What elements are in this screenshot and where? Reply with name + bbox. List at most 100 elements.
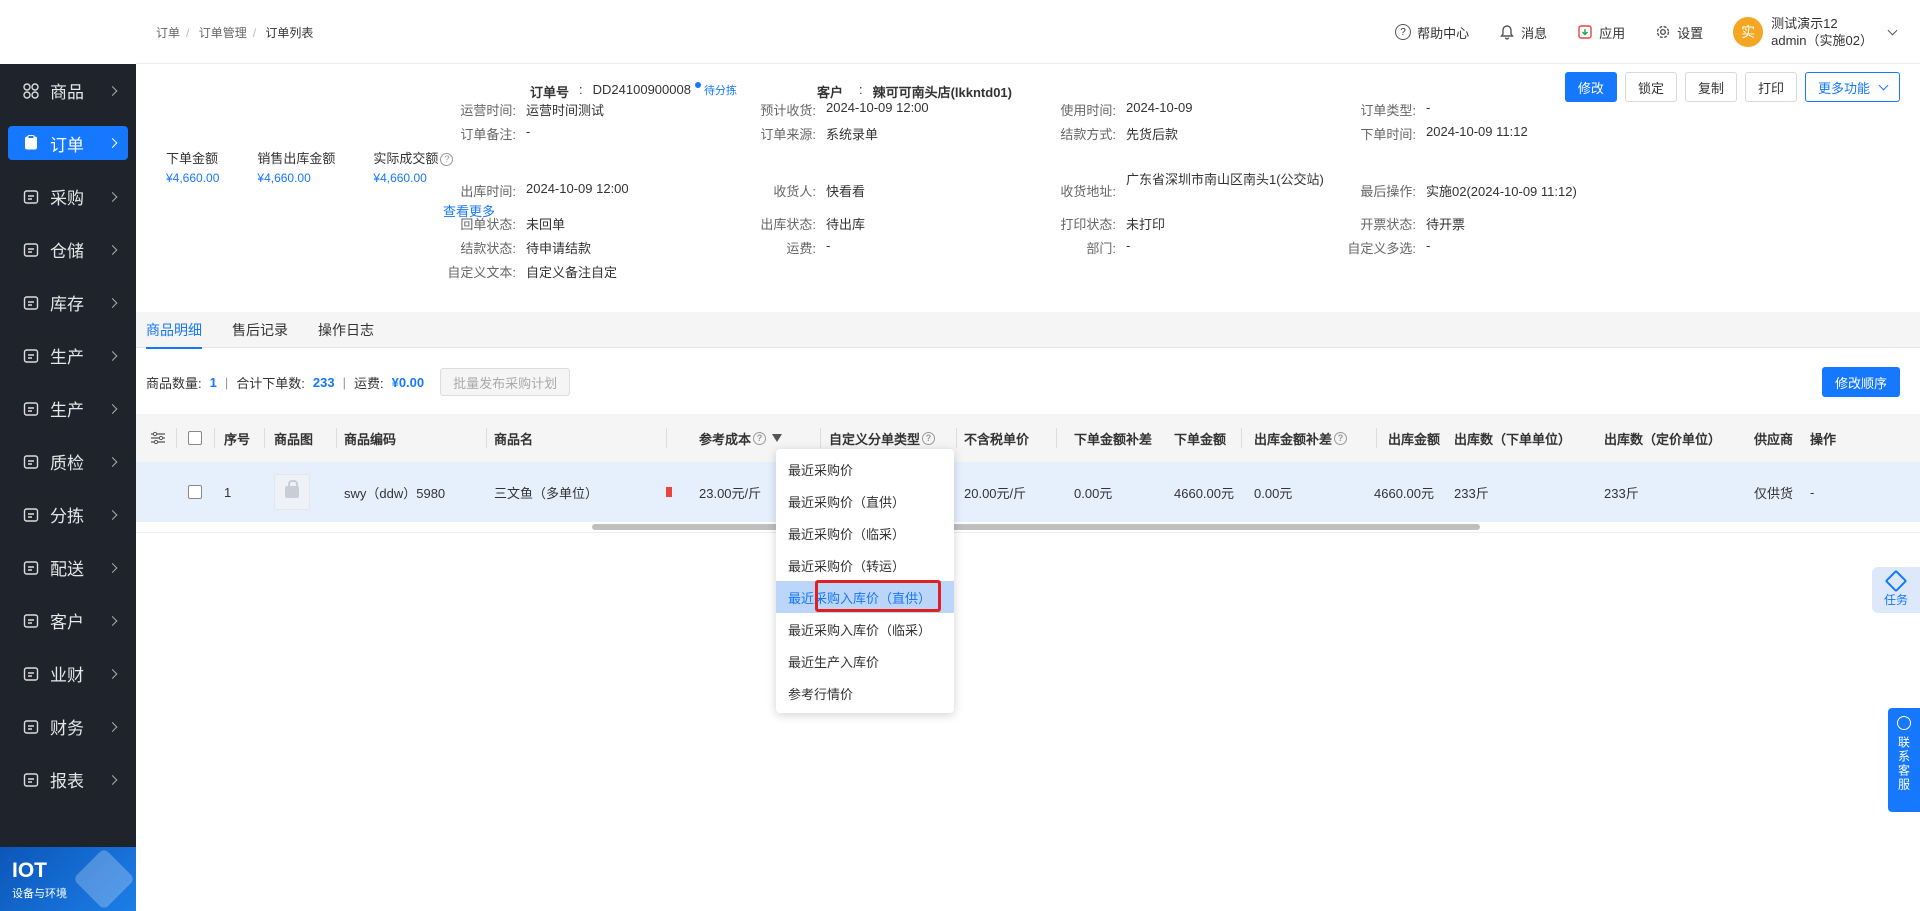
- sidebar-item[interactable]: 库存: [0, 276, 136, 329]
- chevron-right-icon: [107, 774, 118, 785]
- settings-label: 设置: [1677, 25, 1704, 41]
- question-icon[interactable]: ?: [440, 153, 454, 167]
- chevron-right-icon: [107, 562, 118, 573]
- breadcrumb-item[interactable]: 订单: [156, 26, 180, 40]
- sidebar-item-label: 采购: [50, 189, 84, 208]
- sidebar-item[interactable]: 生产: [0, 329, 136, 382]
- sidebar-item-label: 客户: [50, 613, 84, 632]
- tab-after-sales[interactable]: 售后记录: [232, 312, 288, 348]
- sidebar-item-label: 分拣: [50, 507, 84, 526]
- sidebar-item[interactable]: 业财: [0, 647, 136, 700]
- sidebar-item[interactable]: 采购: [0, 170, 136, 223]
- apps-link[interactable]: 应用: [1577, 23, 1625, 42]
- menu-item[interactable]: 最近采购价（临采）: [776, 517, 954, 549]
- field-label: 自定义多选:: [1347, 241, 1416, 256]
- question-icon[interactable]: ?: [753, 431, 767, 445]
- menu-item[interactable]: 最近采购价（直供）: [776, 485, 954, 517]
- sidebar-item[interactable]: 客户: [0, 594, 136, 647]
- reorder-button[interactable]: 修改顺序: [1821, 367, 1900, 397]
- apps-label: 应用: [1599, 25, 1626, 41]
- settings-link[interactable]: 设置: [1655, 23, 1703, 42]
- more-functions-button[interactable]: 更多功能: [1804, 72, 1900, 102]
- field-value: 实施02(2024-10-09 11:12): [1426, 184, 1577, 199]
- order-info-panel: 订单号 : DD24100900008 待分拣 客户 : 辣可可南头店(lkkn…: [136, 64, 1920, 300]
- field-value: 系统录单: [826, 127, 879, 142]
- header-amount: 下单金额: [1174, 431, 1227, 447]
- amount-label: 下单金额: [166, 151, 219, 166]
- table-row[interactable]: 1 swy（ddw）5980 三文鱼（多单位） 23.00元/斤 20.00元/…: [136, 462, 1920, 522]
- avatar: 实: [1733, 17, 1764, 47]
- menu-item[interactable]: 最近采购价: [776, 453, 954, 485]
- factory-icon: [20, 398, 42, 420]
- sidebar-item[interactable]: 订单: [8, 126, 128, 160]
- field-value: 运营时间测试: [526, 103, 605, 118]
- order-header: 订单号 : DD24100900008 待分拣 客户 : 辣可可南头店(lkkn…: [530, 82, 1012, 100]
- sidebar-item-label: 商品: [50, 83, 84, 102]
- shield-check-icon: [20, 451, 42, 473]
- field-label: 使用时间:: [1060, 103, 1116, 118]
- copy-button[interactable]: 复制: [1684, 72, 1737, 102]
- row-op[interactable]: -: [1810, 485, 1814, 500]
- sidebar-item[interactable]: 生产: [0, 382, 136, 435]
- sidebar-item[interactable]: 商品: [0, 64, 136, 117]
- field-value: 待开票: [1426, 217, 1466, 232]
- sidebar-item[interactable]: 报表: [0, 753, 136, 806]
- menu-item[interactable]: 最近采购入库价（临采）: [776, 613, 954, 645]
- row-checkbox[interactable]: [188, 485, 202, 499]
- question-icon[interactable]: ?: [1334, 431, 1348, 445]
- field-value: 2024-10-09 12:00: [526, 181, 629, 196]
- header-out-amount-adj-label: 出库金额补差: [1254, 431, 1333, 447]
- logo-area: [0, 0, 136, 64]
- field-label: 预计收货:: [760, 103, 816, 118]
- field-label: 运费:: [786, 241, 816, 256]
- breadcrumb-item[interactable]: 订单管理: [199, 26, 247, 40]
- sidebar-item-label: 生产: [50, 401, 84, 420]
- field-label: 打印状态:: [1060, 217, 1116, 232]
- tab-operation-log[interactable]: 操作日志: [318, 312, 374, 348]
- user-menu[interactable]: 实 测试演示12 admin（实施02）: [1733, 15, 1898, 49]
- horizontal-scrollbar[interactable]: [592, 524, 1480, 530]
- header-out-qty-price: 出库数（定价单位）: [1604, 431, 1722, 447]
- help-center-link[interactable]: ? 帮助中心: [1395, 23, 1469, 42]
- count-label: 商品数量:: [146, 375, 202, 391]
- more-functions-label: 更多功能: [1817, 80, 1870, 96]
- question-icon[interactable]: ?: [922, 431, 936, 445]
- edit-button[interactable]: 修改: [1564, 72, 1617, 102]
- row-code: swy（ddw）5980: [344, 485, 446, 501]
- tab-product-detail[interactable]: 商品明细: [146, 312, 202, 349]
- menu-item[interactable]: 最近采购价（转运）: [776, 549, 954, 581]
- sidebar-item-label: 仓储: [50, 242, 84, 261]
- field-value: 未回单: [526, 217, 566, 232]
- field-label: 最后操作:: [1360, 184, 1416, 199]
- product-image-placeholder: [274, 474, 310, 510]
- iot-banner[interactable]: IOT 设备与环境: [0, 847, 136, 911]
- select-all-checkbox[interactable]: [188, 431, 202, 445]
- row-name: 三文鱼（多单位）: [494, 485, 599, 501]
- contact-service-button[interactable]: 联系客服: [1888, 708, 1920, 812]
- sidebar-item[interactable]: 仓储: [0, 223, 136, 276]
- sales-out-amount: 销售出库金额 ¥4,660.00: [257, 148, 335, 185]
- batch-purchase-plan-button[interactable]: 批量发布采购计划: [440, 368, 571, 396]
- header-out-amount-adj: 出库金额补差 ?: [1254, 429, 1348, 448]
- sidebar-item[interactable]: 质检: [0, 435, 136, 488]
- sidebar-item[interactable]: 财务: [0, 700, 136, 753]
- column-settings-icon[interactable]: [150, 431, 166, 445]
- order-amount: 下单金额 ¥4,660.00: [166, 148, 219, 185]
- menu-item[interactable]: 最近生产入库价: [776, 645, 954, 677]
- messages-link[interactable]: 消息: [1499, 23, 1547, 42]
- status-badge: 待分拣: [703, 85, 737, 97]
- sidebar-item[interactable]: 分拣: [0, 488, 136, 541]
- field-label: 结款方式:: [1060, 127, 1116, 142]
- field-label: 开票状态:: [1360, 217, 1416, 232]
- print-button[interactable]: 打印: [1744, 72, 1797, 102]
- total-label: 合计下单数:: [236, 375, 305, 391]
- user-name: 测试演示12: [1771, 16, 1838, 31]
- sidebar-item[interactable]: 配送: [0, 541, 136, 594]
- header-ref-cost-label: 参考成本: [699, 431, 752, 447]
- filter-icon[interactable]: [772, 434, 783, 442]
- field-value: 2024-10-09 11:12: [1426, 124, 1528, 139]
- lock-button[interactable]: 锁定: [1624, 72, 1677, 102]
- menu-item[interactable]: 参考行情价: [776, 677, 954, 709]
- sidebar-item-label: 库存: [50, 295, 84, 314]
- task-float-button[interactable]: 任务: [1872, 567, 1920, 613]
